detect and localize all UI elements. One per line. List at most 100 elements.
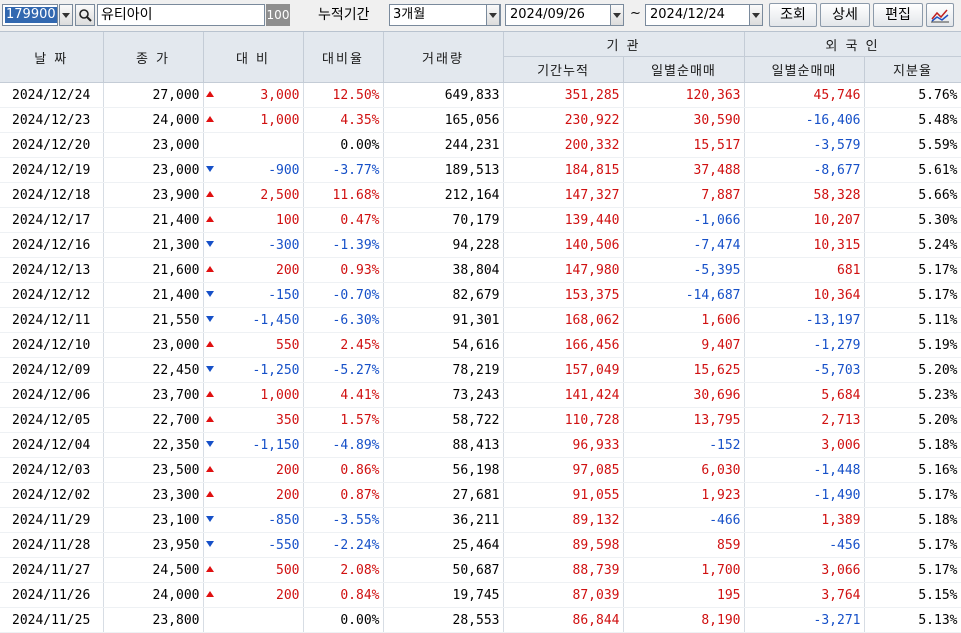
down-arrow-icon bbox=[205, 516, 214, 522]
cell-close: 27,000 bbox=[103, 82, 204, 108]
table-row[interactable]: 2024/11/27 24,500 500 2.08% 50,687 88,739 1,70… bbox=[0, 557, 961, 583]
table-row[interactable]: 2024/12/19 23,000 -900 -3.77% 189,513 184,815… bbox=[0, 157, 961, 183]
cell-volume-value: 27,681 bbox=[452, 487, 500, 503]
col-header-change-rate[interactable]: 대비율 bbox=[303, 32, 384, 83]
col-header-inst-cumulative[interactable]: 기간누적 bbox=[503, 56, 624, 83]
up-arrow-icon bbox=[205, 116, 214, 122]
table-row[interactable]: 2024/11/26 24,000 200 0.84% 19,745 87,039 195 3… bbox=[0, 582, 961, 608]
cell-date-value: 2024/12/20 bbox=[12, 137, 91, 153]
cell-change-rate-value: 0.84% bbox=[340, 587, 380, 603]
cell-change-rate: 12.50% bbox=[303, 82, 384, 108]
up-arrow-icon bbox=[205, 191, 214, 197]
cell-volume: 649,833 bbox=[383, 82, 504, 108]
stock-code-value: 179900 bbox=[5, 7, 57, 23]
cell-change: 200 bbox=[203, 482, 304, 508]
detail-button[interactable]: 상세 bbox=[820, 3, 870, 27]
date-from-dropdown-button[interactable] bbox=[610, 4, 624, 26]
cell-foreign-daily-net-value: 3,764 bbox=[821, 587, 861, 603]
table-row[interactable]: 2024/12/18 23,900 2,500 11.68% 212,164 147,32… bbox=[0, 182, 961, 208]
cell-foreign-daily-net-value: 2,713 bbox=[821, 412, 861, 428]
table-row[interactable]: 2024/12/06 23,700 1,000 4.41% 73,243 141,424 3… bbox=[0, 382, 961, 408]
cell-foreign-holding: 5.76% bbox=[864, 82, 961, 108]
col-header-foreign-holding[interactable]: 지분율 bbox=[864, 56, 961, 83]
chart-button[interactable] bbox=[926, 3, 954, 27]
col-header-close[interactable]: 종 가 bbox=[103, 32, 204, 83]
edit-button[interactable]: 편집 bbox=[873, 3, 923, 27]
stock-code-input[interactable]: 179900 bbox=[2, 4, 58, 26]
cell-volume: 27,681 bbox=[383, 482, 504, 508]
cell-date: 2024/12/18 bbox=[0, 182, 104, 208]
cell-change-rate-value: -2.24% bbox=[332, 537, 380, 553]
col-header-volume[interactable]: 거래량 bbox=[383, 32, 504, 83]
table-body: 2024/12/24 27,000 3,000 12.50% 649,833 351,28… bbox=[0, 82, 961, 633]
cell-volume-value: 54,616 bbox=[452, 337, 500, 353]
table-row[interactable]: 2024/12/05 22,700 350 1.57% 58,722 110,728 13,… bbox=[0, 407, 961, 433]
cell-foreign-holding-value: 5.66% bbox=[918, 187, 958, 203]
cell-change-value: -1,150 bbox=[252, 437, 300, 453]
table-row[interactable]: 2024/12/11 21,550 -1,450 -6.30% 91,301 168,06… bbox=[0, 307, 961, 333]
cell-inst-cumulative: 87,039 bbox=[503, 582, 624, 608]
col-header-change[interactable]: 대 비 bbox=[203, 32, 304, 83]
stock-code-dropdown-button[interactable] bbox=[59, 4, 73, 26]
cell-inst-cumulative: 141,424 bbox=[503, 382, 624, 408]
cell-date-value: 2024/12/19 bbox=[12, 162, 91, 178]
period-select[interactable]: 3개월 bbox=[389, 4, 501, 26]
cell-close-value: 23,000 bbox=[152, 137, 200, 153]
cell-inst-cumulative-value: 96,933 bbox=[572, 437, 620, 453]
table-row[interactable]: 2024/12/13 21,600 200 0.93% 38,804 147,980 -5,… bbox=[0, 257, 961, 283]
cell-close-value: 21,600 bbox=[152, 262, 200, 278]
cell-close-value: 23,900 bbox=[152, 187, 200, 203]
cell-change: 350 bbox=[203, 407, 304, 433]
col-header-date[interactable]: 날 짜 bbox=[0, 32, 104, 83]
up-arrow-icon bbox=[205, 91, 214, 97]
cell-close: 21,600 bbox=[103, 257, 204, 283]
table-row[interactable]: 2024/11/29 23,100 -850 -3.55% 36,211 89,132 -4… bbox=[0, 507, 961, 533]
cell-change-rate-value: 1.57% bbox=[340, 412, 380, 428]
cell-foreign-holding: 5.20% bbox=[864, 407, 961, 433]
toolbar: 179900 유티아이 100 누적기간 3개월 2024/09/26 ~ 20… bbox=[0, 0, 961, 32]
table-row[interactable]: 2024/12/10 23,000 550 2.45% 54,616 166,456 9,4… bbox=[0, 332, 961, 358]
cell-inst-cumulative-value: 139,440 bbox=[564, 212, 620, 228]
cell-inst-cumulative-value: 168,062 bbox=[564, 312, 620, 328]
cell-change-rate-value: 2.45% bbox=[340, 337, 380, 353]
col-header-foreign-daily-net[interactable]: 일별순매매 bbox=[744, 56, 865, 83]
table-row[interactable]: 2024/12/03 23,500 200 0.86% 56,198 97,085 6,03… bbox=[0, 457, 961, 483]
query-button[interactable]: 조회 bbox=[769, 3, 817, 27]
col-header-inst-daily-net[interactable]: 일별순매매 bbox=[623, 56, 745, 83]
cell-foreign-daily-net-value: 1,389 bbox=[821, 512, 861, 528]
cell-inst-daily-net-value: 30,590 bbox=[693, 112, 741, 128]
date-to-dropdown-button[interactable] bbox=[749, 4, 763, 26]
cell-inst-daily-net: 13,795 bbox=[623, 407, 745, 433]
cell-foreign-holding: 5.19% bbox=[864, 332, 961, 358]
cell-close-value: 23,000 bbox=[152, 337, 200, 353]
stock-search-button[interactable] bbox=[75, 4, 95, 26]
cell-volume-value: 56,198 bbox=[452, 462, 500, 478]
date-to-input[interactable]: 2024/12/24 bbox=[645, 4, 763, 26]
date-from-input[interactable]: 2024/09/26 bbox=[505, 4, 623, 26]
cell-inst-daily-net-value: 859 bbox=[717, 537, 741, 553]
table-row[interactable]: 2024/12/12 21,400 -150 -0.70% 82,679 153,375 -… bbox=[0, 282, 961, 308]
cell-foreign-daily-net: -13,197 bbox=[744, 307, 865, 333]
table-row[interactable]: 2024/12/09 22,450 -1,250 -5.27% 78,219 157,04… bbox=[0, 357, 961, 383]
cell-date-value: 2024/12/24 bbox=[12, 87, 91, 103]
cell-foreign-holding: 5.17% bbox=[864, 282, 961, 308]
cell-foreign-daily-net-value: 58,328 bbox=[813, 187, 861, 203]
stock-name-field[interactable]: 유티아이 bbox=[97, 4, 265, 26]
cell-date-value: 2024/11/28 bbox=[12, 537, 91, 553]
cell-foreign-holding-value: 5.20% bbox=[918, 362, 958, 378]
table-row[interactable]: 2024/12/04 22,350 -1,150 -4.89% 88,413 96,933… bbox=[0, 432, 961, 458]
table-row[interactable]: 2024/12/20 23,000 0.00% 244,231 200,332 15,51… bbox=[0, 132, 961, 158]
table-row[interactable]: 2024/12/23 24,000 1,000 4.35% 165,056 230,922… bbox=[0, 107, 961, 133]
table-row[interactable]: 2024/12/16 21,300 -300 -1.39% 94,228 140,506 -… bbox=[0, 232, 961, 258]
table-row[interactable]: 2024/11/28 23,950 -550 -2.24% 25,464 89,598 85… bbox=[0, 532, 961, 558]
cell-date: 2024/11/26 bbox=[0, 582, 104, 608]
cell-volume-value: 212,164 bbox=[444, 187, 500, 203]
cell-date-value: 2024/12/23 bbox=[12, 112, 91, 128]
cell-change-rate-value: -4.89% bbox=[332, 437, 380, 453]
period-dropdown-button[interactable] bbox=[486, 4, 500, 26]
cell-change-rate: -1.39% bbox=[303, 232, 384, 258]
table-row[interactable]: 2024/12/02 23,300 200 0.87% 27,681 91,055 1,92… bbox=[0, 482, 961, 508]
table-row[interactable]: 2024/12/17 21,400 100 0.47% 70,179 139,440 -1,… bbox=[0, 207, 961, 233]
table-row[interactable]: 2024/11/25 23,800 0.00% 28,553 86,844 8,190 -3… bbox=[0, 607, 961, 633]
table-row[interactable]: 2024/12/24 27,000 3,000 12.50% 649,833 351,28… bbox=[0, 82, 961, 108]
